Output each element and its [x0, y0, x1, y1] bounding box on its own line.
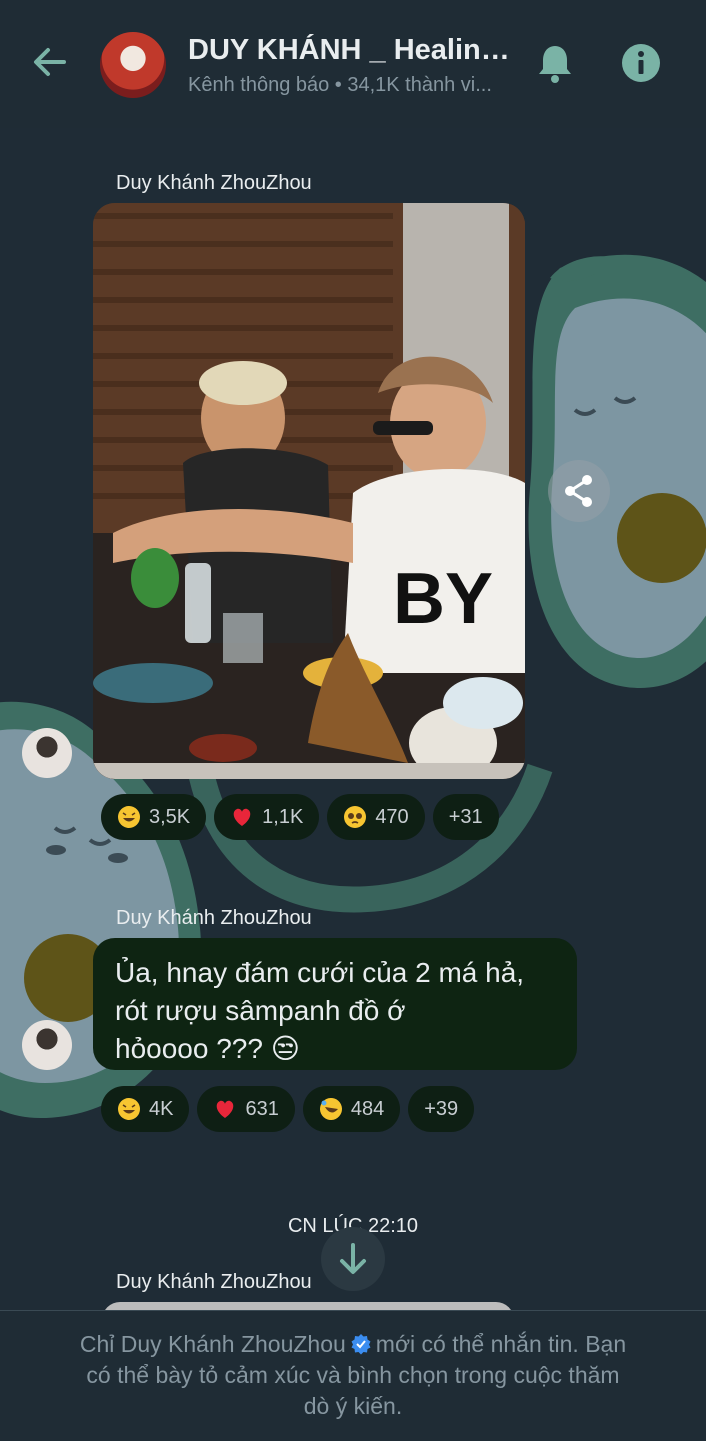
- message-sender-name: Duy Khánh ZhouZhou: [116, 1271, 312, 1293]
- reaction-count: 1,1K: [262, 805, 304, 828]
- reaction-chip[interactable]: 1,1K: [214, 794, 320, 840]
- reaction-chip[interactable]: 3,5K: [101, 794, 207, 840]
- reaction-count: +31: [448, 805, 483, 828]
- reaction-count: 3,5K: [149, 805, 191, 828]
- grin-sweat-icon: [118, 1098, 140, 1120]
- arrow-down-icon: [340, 1243, 366, 1274]
- notice-text: dò ý kiến.: [303, 1393, 403, 1419]
- message-sender-name: Duy Khánh ZhouZhou: [116, 907, 312, 929]
- share-icon: [565, 475, 592, 507]
- message-text-line: rót rượu sâmpanh đồ ớ: [115, 995, 406, 1026]
- reactions-row: 4K 631 484 +39: [101, 1086, 475, 1132]
- bell-icon[interactable]: [535, 42, 575, 84]
- heart-icon: [233, 808, 251, 826]
- heart-icon: [217, 1100, 234, 1118]
- sender-avatar[interactable]: [22, 728, 72, 778]
- reaction-more-chip[interactable]: +31: [432, 794, 499, 840]
- svg-text:BY: BY: [393, 559, 493, 639]
- notice-text: Chỉ Duy Khánh ZhouZhou: [79, 1331, 346, 1357]
- scroll-to-bottom-button[interactable]: [321, 1227, 385, 1291]
- reaction-count: 4K: [149, 1097, 174, 1120]
- grin-sweat-icon: [118, 806, 140, 828]
- notice-text: có thể bày tỏ cảm xúc và bình chọn trong…: [86, 1362, 620, 1388]
- rofl-icon: [319, 1098, 342, 1120]
- back-arrow-icon[interactable]: [28, 40, 72, 84]
- channel-header: DUY KHÁNH _ Healing ... Kênh thông báo •…: [0, 0, 706, 128]
- sender-avatar[interactable]: [22, 1020, 72, 1070]
- message-text-line: hỏoooo ??? 😒: [115, 1033, 300, 1064]
- reaction-chip[interactable]: 631: [197, 1086, 295, 1132]
- channel-title[interactable]: DUY KHÁNH _ Healing ...: [188, 34, 518, 67]
- pleading-face-icon: [344, 806, 367, 828]
- reaction-chip[interactable]: 470: [327, 794, 425, 840]
- verified-badge-icon: [351, 1334, 371, 1355]
- reaction-count: 484: [350, 1097, 385, 1120]
- share-button[interactable]: [548, 460, 610, 522]
- message-sender-name: Duy Khánh ZhouZhou: [116, 172, 312, 194]
- text-message[interactable]: Ủa, hnay đám cưới của 2 má hả, rót rượu …: [93, 938, 577, 1070]
- reaction-chip[interactable]: 484: [302, 1086, 401, 1132]
- photo-message[interactable]: BY: [93, 203, 525, 779]
- channel-avatar[interactable]: [100, 32, 166, 98]
- reactions-row: 3,5K 1,1K 470 +31: [101, 794, 499, 840]
- read-only-notice: Chỉ Duy Khánh ZhouZhou mới có thể nhắn ti…: [0, 1310, 706, 1441]
- channel-subtitle[interactable]: Kênh thông báo • 34,1K thành vi...: [188, 74, 518, 97]
- reaction-more-chip[interactable]: +39: [408, 1086, 475, 1132]
- reaction-count: 631: [245, 1097, 279, 1120]
- reaction-count: 470: [375, 805, 409, 828]
- notice-text: mới có thể nhắn tin. Bạn: [375, 1331, 627, 1357]
- info-icon[interactable]: [620, 42, 662, 84]
- message-text-line: Ủa, hnay đám cưới của 2 má hả,: [115, 957, 525, 988]
- reaction-chip[interactable]: 4K: [101, 1086, 190, 1132]
- photo-image: BY: [93, 203, 525, 779]
- reaction-count: +39: [424, 1097, 459, 1120]
